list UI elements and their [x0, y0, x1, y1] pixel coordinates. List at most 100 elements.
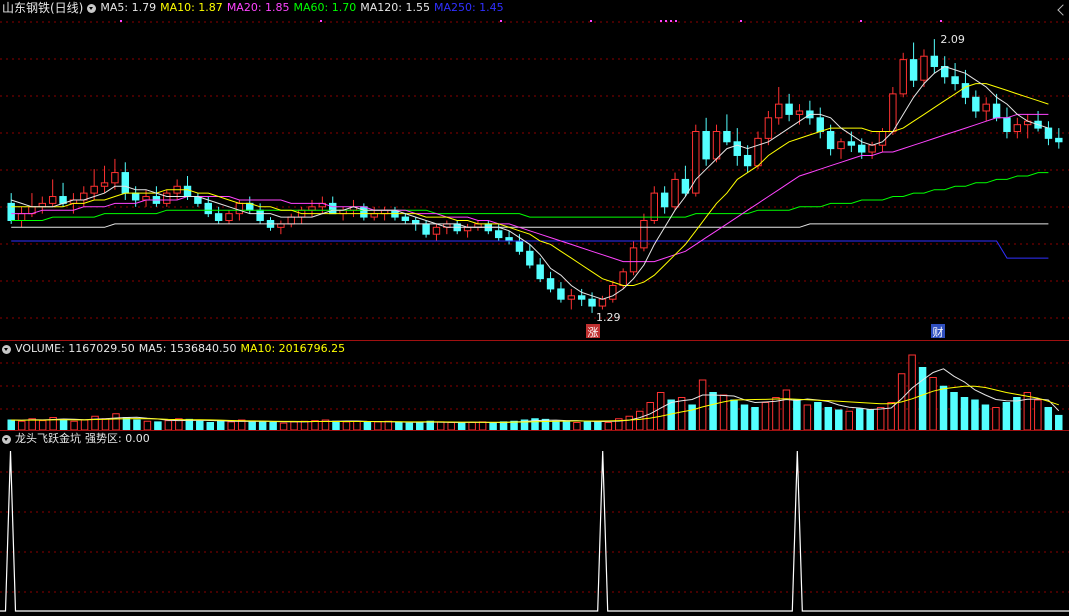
- volume-bar: [227, 421, 235, 430]
- price-header: 山东钢铁(日线) MA5: 1.79 MA10: 1.87 MA20: 1.85…: [2, 0, 508, 16]
- volume-bar: [196, 420, 204, 430]
- volume-bar: [279, 422, 288, 430]
- volume-bar: [782, 389, 791, 430]
- volume-bar: [300, 420, 309, 430]
- volume-bar: [761, 402, 770, 430]
- volume-bar: [803, 404, 812, 430]
- candle-body: [733, 141, 741, 156]
- volume-bar: [625, 415, 634, 430]
- volume-bar: [1055, 414, 1063, 430]
- signal-dot: [320, 20, 322, 22]
- signal-dot: [665, 20, 667, 22]
- volume-bar: [342, 421, 351, 430]
- candle-body: [577, 295, 586, 300]
- volume-ma5-label: MA5: 1536840.50: [138, 342, 237, 355]
- candle-body: [142, 196, 150, 201]
- candle-body: [909, 59, 918, 81]
- dropdown-icon[interactable]: [2, 434, 11, 444]
- volume-bar: [70, 420, 78, 430]
- volume-bar: [656, 392, 665, 430]
- candle-body: [723, 131, 731, 143]
- candle-body: [671, 178, 679, 208]
- volume-bar: [384, 420, 393, 430]
- volume-bar: [751, 407, 759, 430]
- candle-body: [712, 131, 721, 160]
- candle-body: [775, 103, 783, 119]
- candle-body: [660, 192, 669, 208]
- volume-bar: [688, 404, 696, 430]
- volume-bar: [7, 419, 15, 430]
- ma5-label: MA5: 1.79: [100, 1, 157, 14]
- stock-title: 山东钢铁(日线): [2, 1, 84, 15]
- volume-bar: [824, 407, 833, 430]
- volume-bar: [646, 402, 654, 430]
- volume-bar: [332, 420, 340, 430]
- dropdown-icon[interactable]: [87, 3, 97, 13]
- volume-label: VOLUME: 1167029.50: [15, 342, 135, 355]
- volume-bar: [960, 397, 969, 430]
- candle-body: [847, 141, 856, 146]
- volume-bar: [1034, 399, 1042, 430]
- candle-body: [567, 295, 576, 300]
- candle-body: [1055, 137, 1063, 143]
- volume-panel: VOLUME: 1167029.50 MA5: 1536840.50 MA10:…: [0, 341, 1069, 430]
- signal-dot: [590, 20, 592, 22]
- volume-bar: [845, 410, 854, 430]
- indicator-value: 强势区: 0.00: [85, 432, 150, 445]
- volume-bar: [992, 407, 1000, 430]
- candle-body: [515, 240, 524, 252]
- candle-body: [204, 202, 212, 215]
- candle-body: [277, 223, 285, 228]
- volume-ma10-label: MA10: 2016796.25: [240, 342, 346, 355]
- indicator-chart[interactable]: [0, 431, 1069, 616]
- candle-body: [131, 192, 140, 201]
- volume-bar: [478, 421, 487, 430]
- volume-bar: [489, 422, 497, 430]
- candle-body: [889, 93, 897, 133]
- candle-body: [858, 144, 866, 153]
- volume-bar: [248, 420, 256, 430]
- candle-body: [640, 219, 648, 249]
- candle-body: [360, 206, 368, 218]
- volume-bar: [740, 404, 749, 430]
- candle-body: [961, 83, 970, 98]
- candle-body: [412, 219, 420, 225]
- candle-body: [401, 216, 410, 221]
- candle-body: [329, 202, 337, 215]
- volume-bar: [38, 420, 47, 430]
- candle-body: [17, 213, 26, 221]
- candle-body: [982, 103, 990, 112]
- volume-bar: [447, 422, 455, 430]
- candle-body: [1044, 127, 1053, 139]
- candle-body: [899, 59, 907, 95]
- candle-body: [48, 196, 57, 204]
- candle-body: [235, 202, 244, 215]
- candle-body: [826, 131, 835, 150]
- candle-body: [920, 55, 928, 81]
- candle-body: [588, 298, 596, 307]
- high-price-label: 2.09: [940, 33, 965, 46]
- candle-body: [619, 271, 627, 287]
- ma20-label: MA20: 1.85: [226, 1, 290, 14]
- volume-bar: [1044, 407, 1053, 430]
- low-price-label: 1.29: [596, 311, 621, 324]
- candle-body: [795, 110, 804, 115]
- volume-bar: [573, 422, 581, 430]
- candle-body: [702, 131, 710, 160]
- volume-bar: [1013, 397, 1021, 430]
- candlestick-chart[interactable]: 2.09 1.29 涨 财: [0, 0, 1069, 340]
- volume-bar: [793, 399, 801, 430]
- volume-bar: [405, 422, 414, 430]
- candle-body: [121, 172, 129, 194]
- candle-body: [287, 216, 295, 225]
- ma120-line: [11, 223, 1049, 228]
- candle-body: [816, 117, 824, 133]
- volume-bar: [604, 422, 613, 430]
- signal-dot: [120, 20, 122, 22]
- dropdown-icon[interactable]: [2, 344, 11, 354]
- volume-bar: [698, 379, 707, 430]
- candle-body: [868, 144, 876, 153]
- volume-bar: [122, 417, 131, 430]
- volume-bar: [552, 420, 560, 430]
- candle-body: [225, 213, 233, 221]
